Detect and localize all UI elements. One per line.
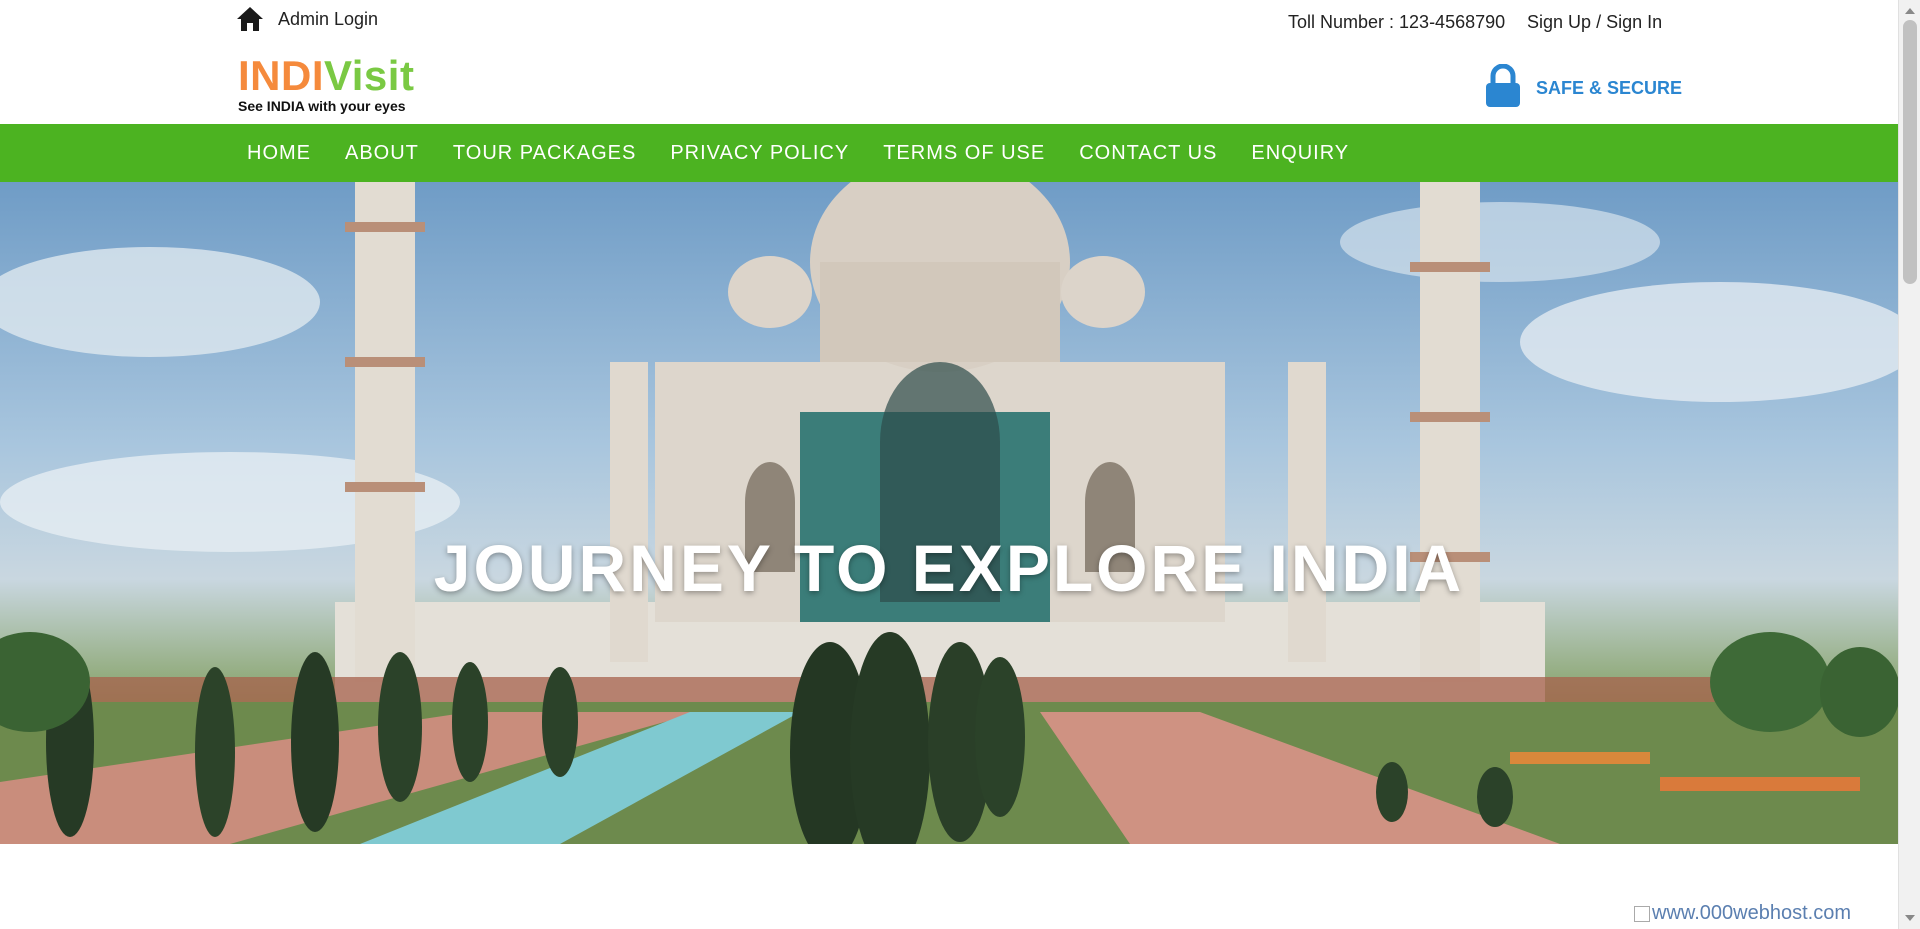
safe-secure-badge: SAFE & SECURE — [1484, 63, 1683, 113]
logo-part-visit: Visit — [324, 52, 415, 99]
scrollbar-thumb[interactable] — [1903, 20, 1917, 284]
auth-links: Sign Up / Sign In — [1527, 12, 1662, 33]
admin-login-label: Admin Login — [278, 8, 379, 29]
hero-title: JOURNEY TO EXPLORE INDIA — [433, 531, 1465, 605]
main-nav: HOME ABOUT TOUR PACKAGES PRIVACY POLICY … — [0, 124, 1898, 182]
nav-item-tour-packages[interactable]: TOUR PACKAGES — [436, 142, 653, 165]
sign-up-link[interactable]: Sign Up — [1527, 12, 1591, 32]
site-logo[interactable]: INDIVisit See INDIA with your eyes — [238, 54, 414, 115]
logo-part-indi: INDI — [238, 52, 324, 99]
scroll-up-arrow-icon[interactable] — [1905, 8, 1915, 14]
sign-in-link[interactable]: Sign In — [1606, 12, 1662, 32]
hosting-badge-link[interactable]: www.000webhost.com — [1634, 902, 1851, 925]
home-icon — [236, 6, 264, 32]
admin-login-link[interactable]: Admin Login — [236, 6, 378, 32]
toll-number: Toll Number : 123-4568790 — [1288, 12, 1506, 32]
nav-item-privacy-policy[interactable]: PRIVACY POLICY — [653, 142, 866, 165]
broken-image-icon — [1634, 905, 1650, 922]
nav-item-about[interactable]: ABOUT — [328, 142, 436, 165]
logo-tagline: See INDIA with your eyes — [238, 98, 406, 114]
page: Admin Login Toll Number : 123-4568790 Si… — [0, 0, 1898, 929]
safe-secure-label: SAFE & SECURE — [1536, 78, 1683, 98]
auth-separator: / — [1596, 12, 1602, 32]
nav-item-enquiry[interactable]: ENQUIRY — [1234, 142, 1366, 165]
logo-wordmark: INDIVisit — [238, 54, 414, 98]
hero-banner: JOURNEY TO EXPLORE INDIA — [0, 182, 1898, 844]
top-bar: Admin Login Toll Number : 123-4568790 Si… — [0, 0, 1898, 44]
nav-item-contact-us[interactable]: CONTACT US — [1062, 142, 1234, 165]
page-scrollbar[interactable] — [1898, 0, 1920, 929]
scroll-down-arrow-icon[interactable] — [1905, 915, 1915, 921]
hosting-badge-alt-text: www.000webhost.com — [1652, 902, 1851, 924]
lock-icon — [1484, 63, 1522, 113]
nav-item-home[interactable]: HOME — [230, 142, 328, 165]
nav-item-terms-of-use[interactable]: TERMS OF USE — [866, 142, 1062, 165]
hero-image — [0, 182, 1898, 844]
